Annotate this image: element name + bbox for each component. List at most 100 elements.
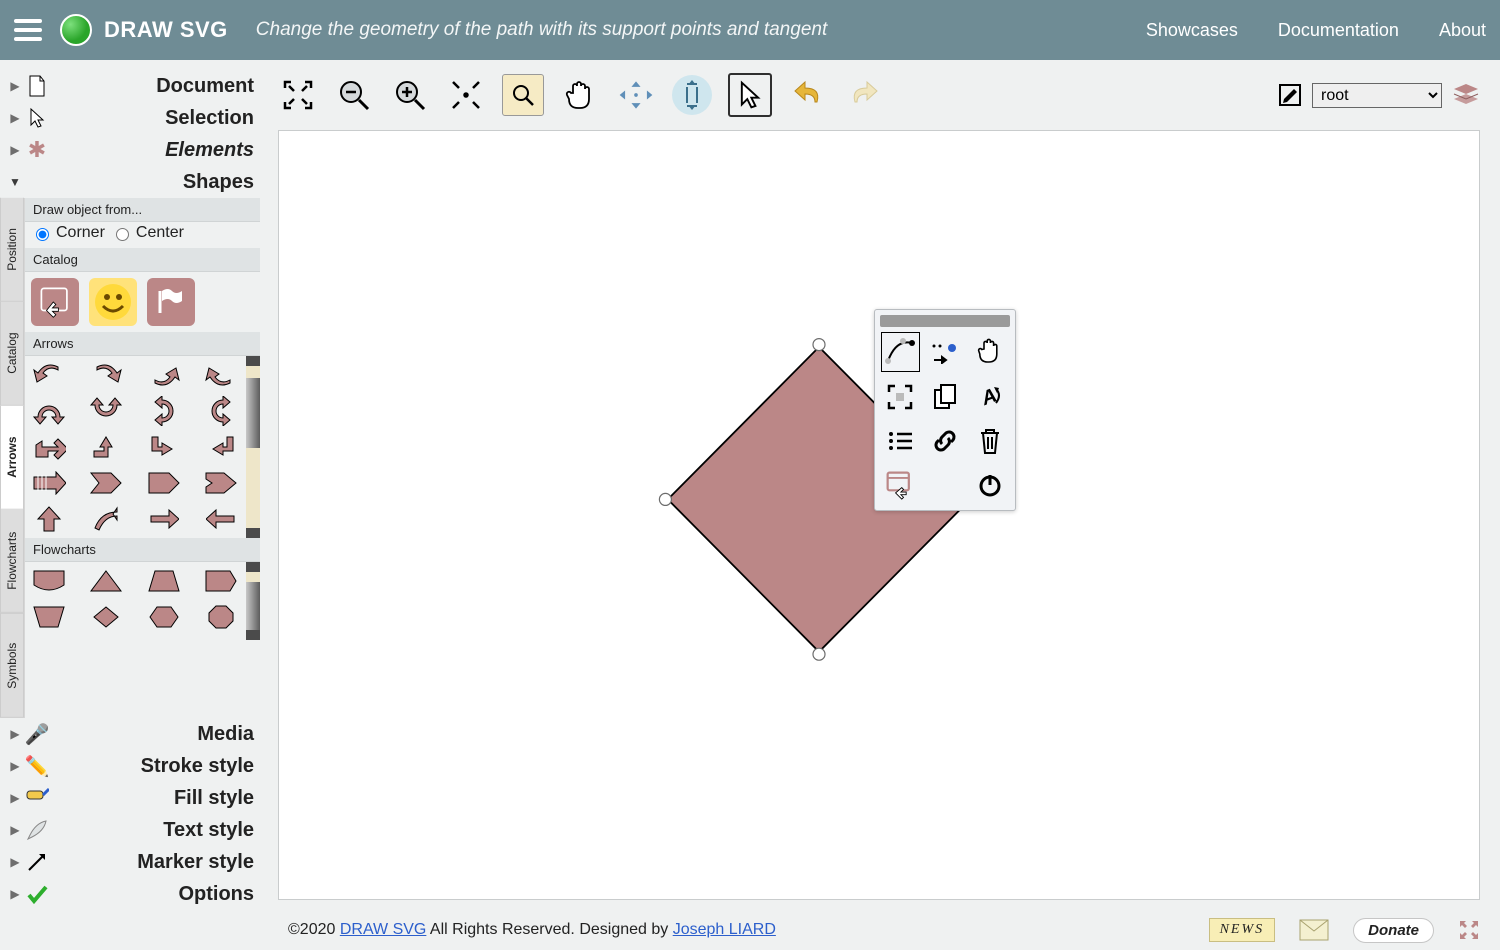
power-icon[interactable] <box>970 466 1009 504</box>
catalog-flag-icon[interactable] <box>147 278 195 326</box>
zoom-in-icon[interactable] <box>390 75 430 115</box>
shape-arrow[interactable] <box>31 396 67 426</box>
shape-flowchart[interactable] <box>88 566 124 596</box>
select-tool-icon[interactable] <box>728 73 772 117</box>
zoom-fit-icon[interactable] <box>278 75 318 115</box>
section-options[interactable]: ▶ Options <box>0 878 260 910</box>
shape-arrow[interactable] <box>88 432 124 462</box>
tab-catalog[interactable]: Catalog <box>0 302 24 406</box>
radio-center[interactable]: Center <box>111 224 184 242</box>
section-shapes[interactable]: ▼ Shapes <box>0 166 260 198</box>
undo-icon[interactable] <box>788 75 828 115</box>
section-text[interactable]: ▶ Text style <box>0 814 260 846</box>
shape-flowchart[interactable] <box>31 602 67 632</box>
section-selection[interactable]: ▶ Selection <box>0 102 260 134</box>
shape-arrow[interactable] <box>203 432 239 462</box>
hand-pan-icon[interactable] <box>970 332 1009 370</box>
nav-about[interactable]: About <box>1439 20 1486 41</box>
handle-bottom[interactable] <box>813 648 825 660</box>
section-media[interactable]: ▶ 🎤 Media <box>0 718 260 750</box>
workspace: root <box>260 60 1500 910</box>
section-fill[interactable]: ▶ Fill style <box>0 782 260 814</box>
shape-flowchart[interactable] <box>31 566 67 596</box>
shape-arrow[interactable] <box>203 468 239 498</box>
section-marker[interactable]: ▶ Marker style <box>0 846 260 878</box>
shape-flowchart[interactable] <box>146 602 182 632</box>
zoom-region-icon[interactable] <box>502 74 544 116</box>
shape-arrow[interactable] <box>146 432 182 462</box>
shape-arrow[interactable] <box>203 396 239 426</box>
catalog-smile-icon[interactable] <box>89 278 137 326</box>
mail-icon[interactable] <box>1299 919 1329 941</box>
shape-arrow[interactable] <box>88 396 124 426</box>
path-edit-icon[interactable] <box>881 332 920 372</box>
menu-icon[interactable] <box>14 12 50 48</box>
shape-arrow[interactable] <box>146 396 182 426</box>
scrollbar[interactable] <box>246 356 260 538</box>
link-icon[interactable] <box>926 422 965 460</box>
tab-symbols[interactable]: Symbols <box>0 613 24 718</box>
canvas[interactable]: A <box>278 130 1480 900</box>
shape-arrow[interactable] <box>203 360 239 390</box>
shape-arrow[interactable] <box>31 504 67 534</box>
layer-select[interactable]: root <box>1312 83 1442 108</box>
collapse-icon[interactable] <box>446 75 486 115</box>
shape-flowchart[interactable] <box>146 566 182 596</box>
section-elements[interactable]: ▶ ✱ Elements <box>0 134 260 166</box>
shape-flowchart[interactable] <box>203 566 239 596</box>
copy-icon[interactable] <box>926 378 965 416</box>
footer-author-link[interactable]: Joseph LIARD <box>673 921 776 938</box>
pointer-icon <box>24 107 50 129</box>
footer: ©2020 DRAW SVG All Rights Reserved. Desi… <box>0 910 1500 950</box>
resize-icon[interactable] <box>672 75 712 115</box>
chevron-right-icon: ▶ <box>6 727 24 741</box>
arrows-palette <box>25 356 260 538</box>
pan-hand-icon[interactable] <box>560 75 600 115</box>
edit-icon[interactable] <box>1278 83 1302 107</box>
redo-icon[interactable] <box>844 75 884 115</box>
section-document[interactable]: ▶ Document <box>0 70 260 102</box>
layers-icon[interactable] <box>1452 82 1480 108</box>
delete-icon[interactable] <box>970 422 1009 460</box>
zoom-out-icon[interactable] <box>334 75 374 115</box>
shape-arrow[interactable] <box>146 504 182 534</box>
flowcharts-palette <box>25 562 260 640</box>
tab-flowcharts[interactable]: Flowcharts <box>0 509 24 613</box>
shape-flowchart[interactable] <box>203 602 239 632</box>
tab-position[interactable]: Position <box>0 198 24 302</box>
handle-left[interactable] <box>659 493 671 505</box>
fullscreen-icon[interactable] <box>1458 919 1480 941</box>
footer-brand-link[interactable]: DRAW SVG <box>340 921 427 938</box>
shape-arrow[interactable] <box>146 360 182 390</box>
shape-arrow[interactable] <box>31 360 67 390</box>
shape-flowchart[interactable] <box>88 602 124 632</box>
select-box-icon[interactable] <box>881 378 920 416</box>
donate-button[interactable]: Donate <box>1353 918 1434 943</box>
radio-corner[interactable]: Corner <box>31 224 105 242</box>
catalog-header: Catalog <box>25 248 260 272</box>
list-icon[interactable] <box>881 422 920 460</box>
section-label: Options <box>178 883 254 906</box>
import-window-icon[interactable] <box>881 466 920 504</box>
shape-arrow[interactable] <box>146 468 182 498</box>
section-stroke[interactable]: ▶ ✏️ Stroke style <box>0 750 260 782</box>
catalog-import-icon[interactable] <box>31 278 79 326</box>
shape-arrow[interactable] <box>31 432 67 462</box>
context-toolbox[interactable]: A <box>874 309 1016 511</box>
nav-showcases[interactable]: Showcases <box>1146 20 1238 41</box>
rotate-text-icon[interactable]: A <box>970 378 1009 416</box>
scrollbar[interactable] <box>246 562 260 640</box>
tab-arrows[interactable]: Arrows <box>0 406 24 510</box>
shape-arrow[interactable] <box>88 504 124 534</box>
toolbox-drag-handle[interactable] <box>880 315 1010 327</box>
shape-arrow[interactable] <box>31 468 67 498</box>
app-title: DRAW SVG <box>104 17 228 43</box>
news-button[interactable]: NEWS <box>1209 918 1276 942</box>
shape-arrow[interactable] <box>88 360 124 390</box>
nudge-arrows-icon[interactable] <box>616 75 656 115</box>
shape-arrow[interactable] <box>203 504 239 534</box>
nav-documentation[interactable]: Documentation <box>1278 20 1399 41</box>
move-point-icon[interactable] <box>926 332 965 370</box>
shape-arrow[interactable] <box>88 468 124 498</box>
handle-top[interactable] <box>813 339 825 351</box>
